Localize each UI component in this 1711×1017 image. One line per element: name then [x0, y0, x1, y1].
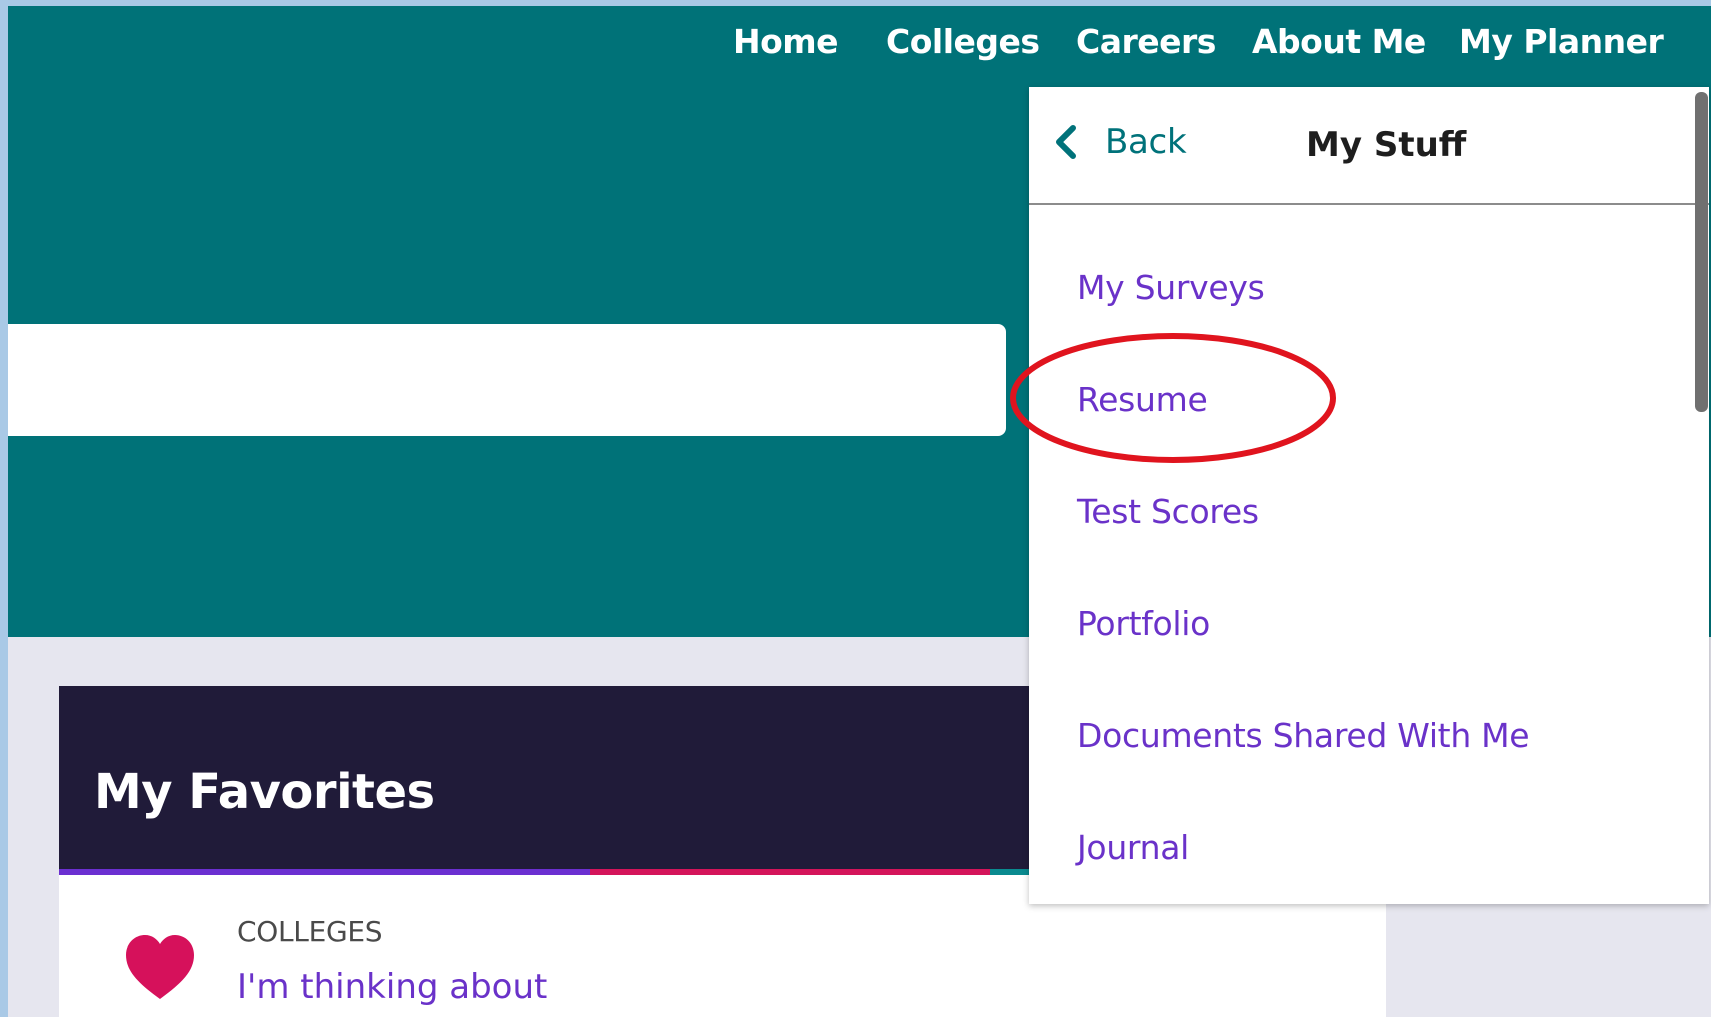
- my-stuff-dropdown-menu: Back My Stuff My Surveys Resume Test Sco…: [1029, 87, 1709, 904]
- nav-home[interactable]: Home: [733, 22, 839, 61]
- menu-item-journal[interactable]: Journal: [1077, 828, 1189, 867]
- heart-icon: [126, 935, 194, 999]
- top-navigation: Home Colleges Careers About Me My Planne…: [8, 6, 1711, 86]
- back-label: Back: [1105, 122, 1187, 162]
- favorites-college-link[interactable]: I'm thinking about: [237, 967, 547, 1007]
- menu-item-test-scores[interactable]: Test Scores: [1077, 492, 1259, 531]
- favorites-category-label: COLLEGES: [237, 915, 383, 948]
- menu-item-my-surveys[interactable]: My Surveys: [1077, 268, 1265, 307]
- app-screen: Home Colleges Careers About Me My Planne…: [8, 6, 1711, 1017]
- nav-about-me[interactable]: About Me: [1252, 22, 1426, 61]
- dropdown-header: Back My Stuff: [1029, 87, 1709, 205]
- nav-colleges[interactable]: Colleges: [886, 22, 1040, 61]
- dropdown-scrollbar[interactable]: [1695, 92, 1708, 412]
- menu-item-portfolio[interactable]: Portfolio: [1077, 604, 1210, 643]
- menu-item-documents-shared-with-me[interactable]: Documents Shared With Me: [1077, 716, 1530, 755]
- dropdown-title: My Stuff: [1306, 125, 1467, 165]
- menu-item-resume[interactable]: Resume: [1077, 380, 1208, 419]
- search-input[interactable]: [8, 324, 1006, 436]
- nav-my-planner[interactable]: My Planner: [1459, 22, 1664, 61]
- favorites-title: My Favorites: [94, 764, 435, 820]
- back-button[interactable]: Back: [1053, 117, 1187, 167]
- chevron-left-icon: [1056, 125, 1076, 159]
- nav-careers[interactable]: Careers: [1076, 22, 1216, 61]
